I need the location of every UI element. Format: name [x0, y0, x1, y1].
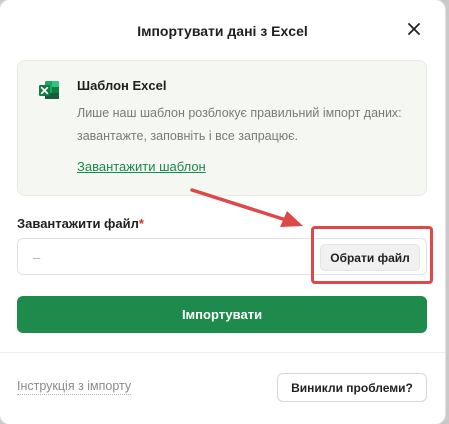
file-field-label: Завантажити файл* [17, 216, 144, 231]
close-icon [408, 23, 420, 35]
excel-icon [39, 81, 59, 99]
file-label-text: Завантажити файл [17, 216, 139, 231]
dialog-header: Імпортувати дані з Excel [0, 0, 445, 60]
close-button[interactable] [403, 18, 425, 40]
import-instructions-link[interactable]: Інструкція з імпорту [17, 379, 132, 395]
footer-divider [0, 352, 445, 353]
template-title: Шаблон Excel [77, 78, 167, 93]
import-button[interactable]: Імпортувати [17, 296, 427, 333]
annotation-highlight-box [311, 226, 433, 284]
template-description: Лише наш шаблон розблокує правильний імп… [77, 106, 402, 143]
file-input-value: – [33, 250, 41, 265]
problems-button[interactable]: Виникли проблеми? [277, 373, 427, 402]
download-template-link[interactable]: Завантажити шаблон [77, 159, 206, 174]
dialog-title: Імпортувати дані з Excel [137, 23, 308, 39]
template-card: Шаблон Excel Лише наш шаблон розблокує п… [17, 60, 427, 196]
required-mark: * [138, 216, 144, 231]
import-dialog: Імпортувати дані з Excel Шаблон Excel Ли… [0, 0, 445, 424]
